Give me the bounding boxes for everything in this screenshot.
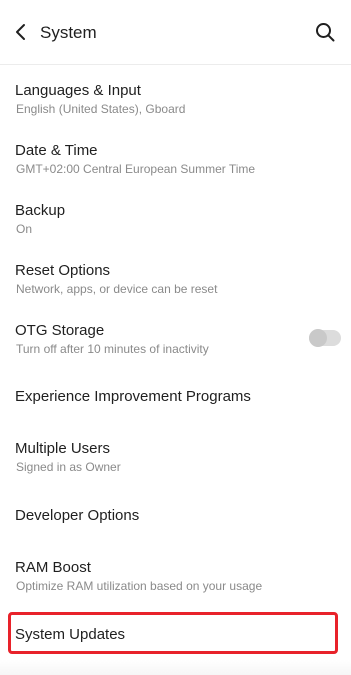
settings-item-subtitle: English (United States), Gboard	[16, 102, 186, 116]
settings-item-otg-storage[interactable]: OTG Storage Turn off after 10 minutes of…	[0, 310, 351, 370]
settings-item-subtitle: Optimize RAM utilization based on your u…	[16, 579, 263, 593]
settings-item-subtitle: On	[16, 222, 33, 236]
header-divider	[0, 64, 351, 65]
settings-item-languages-input[interactable]: Languages & Input English (United States…	[0, 70, 351, 130]
settings-item-title: Reset Options	[15, 262, 111, 279]
settings-item-subtitle: GMT+02:00 Central European Summer Time	[16, 162, 256, 176]
settings-item-subtitle: Signed in as Owner	[16, 460, 121, 474]
otg-storage-toggle[interactable]	[309, 329, 341, 347]
page-title: System	[40, 23, 97, 42]
settings-item-backup[interactable]: Backup On	[0, 190, 351, 250]
settings-item-subtitle: Network, apps, or device can be reset	[16, 282, 218, 296]
search-icon[interactable]	[314, 21, 336, 43]
settings-item-title: Multiple Users	[15, 440, 111, 457]
settings-item-reset-options[interactable]: Reset Options Network, apps, or device c…	[0, 250, 351, 310]
settings-item-title: Backup	[15, 202, 66, 219]
toggle-knob	[309, 329, 327, 347]
settings-page: System Languages & Input English (United…	[0, 0, 351, 675]
settings-item-title: Date & Time	[15, 142, 98, 159]
settings-item-title: Developer Options	[15, 507, 140, 524]
settings-item-multiple-users[interactable]: Multiple Users Signed in as Owner	[0, 428, 351, 490]
settings-item-experience-improvement[interactable]: Experience Improvement Programs	[0, 370, 351, 426]
top-app-bar: System	[0, 0, 351, 64]
settings-item-title: Experience Improvement Programs	[15, 388, 251, 405]
highlight-box	[8, 612, 338, 654]
settings-item-title: Languages & Input	[15, 82, 141, 99]
settings-item-ram-boost[interactable]: RAM Boost Optimize RAM utilization based…	[0, 548, 351, 608]
bottom-fade	[0, 660, 351, 675]
settings-item-date-time[interactable]: Date & Time GMT+02:00 Central European S…	[0, 130, 351, 190]
chevron-left-icon[interactable]	[11, 22, 31, 42]
settings-item-title: OTG Storage	[15, 322, 105, 339]
settings-item-developer-options[interactable]: Developer Options	[0, 490, 351, 546]
settings-item-subtitle: Turn off after 10 minutes of inactivity	[16, 342, 209, 356]
settings-item-title: RAM Boost	[15, 559, 91, 576]
